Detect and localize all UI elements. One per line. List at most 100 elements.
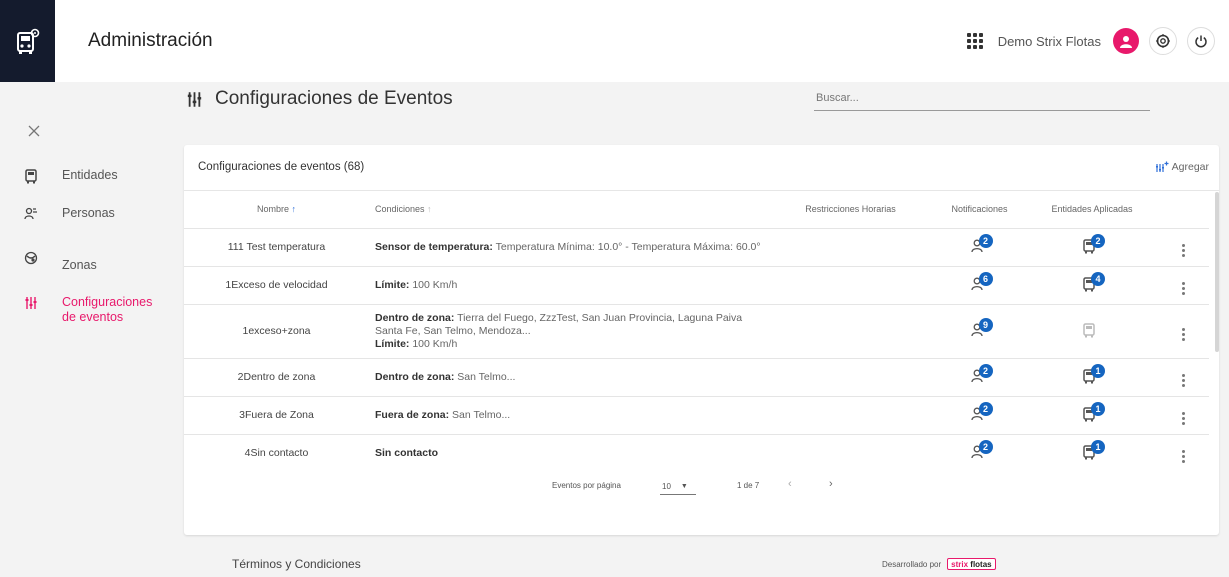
- cell-name: 1exceso+zona: [184, 304, 369, 359]
- next-page-icon[interactable]: ›: [829, 478, 833, 490]
- count-badge: 2: [978, 233, 993, 248]
- notifications-badge[interactable]: 2: [967, 233, 993, 257]
- cell-entities: 1: [1027, 396, 1157, 435]
- entities-badge[interactable]: 1: [1079, 439, 1105, 463]
- column-header-actions: [1157, 191, 1209, 229]
- table-row[interactable]: 2Dentro de zona Dentro de zona: San Telmo…: [184, 358, 1209, 397]
- prev-page-icon[interactable]: ‹: [788, 478, 792, 490]
- count-badge: 2: [978, 401, 993, 416]
- cell-actions: [1157, 434, 1209, 463]
- entities-badge[interactable]: 1: [1079, 401, 1105, 425]
- sidebar-item-zonas[interactable]: Zonas: [24, 250, 97, 272]
- gear-icon: [1156, 34, 1170, 48]
- column-header-notifications: Notificaciones: [932, 191, 1027, 229]
- count-badge: 2: [1091, 233, 1105, 248]
- notifications-badge[interactable]: 9: [967, 317, 993, 341]
- entities-badge[interactable]: 1: [1079, 363, 1105, 387]
- sort-up-icon: ↑: [291, 204, 297, 215]
- close-icon[interactable]: [27, 124, 41, 138]
- more-options-icon[interactable]: [1181, 327, 1185, 341]
- settings-sliders-icon: [24, 295, 38, 311]
- column-header-restrictions: Restricciones Horarias: [769, 191, 932, 229]
- more-options-icon[interactable]: [1181, 281, 1185, 295]
- more-options-icon[interactable]: [1181, 243, 1185, 257]
- sidebar-item-configuraciones[interactable]: Configuraciones de eventos: [24, 295, 162, 325]
- app-title: Administración: [88, 30, 213, 51]
- user-avatar[interactable]: [1113, 28, 1139, 54]
- rows-per-page-select[interactable]: 10 ▼: [660, 479, 696, 495]
- more-options-icon[interactable]: [1181, 411, 1185, 425]
- count-badge: 4: [1091, 271, 1105, 286]
- power-icon: [1195, 35, 1207, 48]
- count-badge: 2: [978, 363, 993, 378]
- vehicle-icon: [24, 168, 38, 184]
- rows-per-page-label: Eventos por página: [552, 481, 621, 490]
- developed-by-label: Desarrollado por: [882, 559, 942, 569]
- cell-actions: [1157, 228, 1209, 267]
- cell-conditions: Fuera de zona: San Telmo...: [369, 396, 769, 435]
- top-right-controls: Demo Strix Flotas: [966, 26, 1215, 56]
- user-name: Demo Strix Flotas: [997, 33, 1101, 49]
- count-badge: 9: [978, 317, 993, 332]
- table-row[interactable]: 111 Test temperatura Sensor de temperatur…: [184, 228, 1209, 267]
- notifications-badge[interactable]: 2: [967, 439, 993, 463]
- cell-notifications: 2: [932, 396, 1027, 435]
- developed-by: Desarrollado por strix flotas: [882, 558, 996, 570]
- scrollbar[interactable]: [1215, 192, 1219, 352]
- sidebar-item-entidades[interactable]: Entidades: [24, 168, 118, 184]
- cell-notifications: 2: [932, 228, 1027, 267]
- notifications-badge[interactable]: 2: [967, 363, 993, 387]
- settings-sliders-icon: [187, 91, 202, 107]
- sidebar-item-label: Zonas: [62, 258, 97, 272]
- table-row[interactable]: 4Sin contacto Sin contacto 2 1: [184, 434, 1209, 463]
- column-header-conditions[interactable]: Condiciones ↑: [369, 191, 769, 229]
- cell-conditions: Límite: 100 Km/h: [369, 266, 769, 305]
- cell-actions: [1157, 358, 1209, 397]
- cell-notifications: 2: [932, 358, 1027, 397]
- add-button[interactable]: Agregar: [1155, 161, 1209, 173]
- entities-badge[interactable]: [1079, 319, 1105, 341]
- table-row[interactable]: 1Exceso de velocidad Límite: 100 Km/h 6 4: [184, 266, 1209, 305]
- cell-conditions: Dentro de zona: San Telmo...: [369, 358, 769, 397]
- logout-button[interactable]: [1187, 27, 1215, 55]
- top-bar: Administración Demo Strix Flotas: [0, 0, 1229, 82]
- app-logo[interactable]: [0, 0, 55, 82]
- entities-badge[interactable]: 2: [1079, 233, 1105, 257]
- column-header-name[interactable]: Nombre ↑: [184, 191, 369, 229]
- cell-conditions: Sensor de temperatura: Temperatura Mínim…: [369, 228, 769, 267]
- vehicle-icon: [1083, 322, 1095, 337]
- brand-logo: strix flotas: [947, 558, 996, 570]
- notifications-badge[interactable]: 6: [967, 271, 993, 295]
- cell-entities: 4: [1027, 266, 1157, 305]
- cell-actions: [1157, 396, 1209, 435]
- more-options-icon[interactable]: [1181, 373, 1185, 387]
- cell-restrictions: [769, 228, 932, 267]
- search-input[interactable]: Buscar...: [814, 89, 1150, 111]
- add-settings-icon: [1155, 161, 1169, 172]
- more-options-icon[interactable]: [1181, 449, 1185, 463]
- entities-badge[interactable]: 4: [1079, 271, 1105, 295]
- table-row[interactable]: 3Fuera de Zona Fuera de zona: San Telmo..…: [184, 396, 1209, 435]
- page-header: Configuraciones de Eventos: [186, 88, 453, 110]
- sidebar-item-personas[interactable]: Personas: [24, 206, 115, 222]
- pagination: Eventos por página 10 ▼ 1 de 7 ‹ ›: [184, 475, 1219, 499]
- count-badge: 2: [978, 439, 993, 454]
- cell-notifications: 9: [932, 304, 1027, 359]
- events-card: Configuraciones de eventos (68) Agregar …: [184, 145, 1219, 535]
- cell-entities: 1: [1027, 434, 1157, 463]
- settings-button[interactable]: [1149, 27, 1177, 55]
- terms-link[interactable]: Términos y Condiciones: [232, 557, 361, 571]
- table-row[interactable]: 1exceso+zona Dentro de zona: Tierra del F…: [184, 304, 1209, 359]
- cell-conditions: Dentro de zona: Tierra del Fuego, ZzzTes…: [369, 304, 769, 359]
- apps-grid-icon[interactable]: [966, 32, 984, 50]
- cell-restrictions: [769, 396, 932, 435]
- sidebar-item-label: Entidades: [62, 168, 118, 182]
- cell-name: 2Dentro de zona: [184, 358, 369, 397]
- cell-actions: [1157, 266, 1209, 305]
- cell-name: 4Sin contacto: [184, 434, 369, 463]
- notifications-badge[interactable]: 2: [967, 401, 993, 425]
- cell-restrictions: [769, 304, 932, 359]
- users-icon: [24, 206, 38, 222]
- sidebar-item-label: Configuraciones de eventos: [62, 295, 153, 324]
- count-badge: 1: [1091, 363, 1105, 378]
